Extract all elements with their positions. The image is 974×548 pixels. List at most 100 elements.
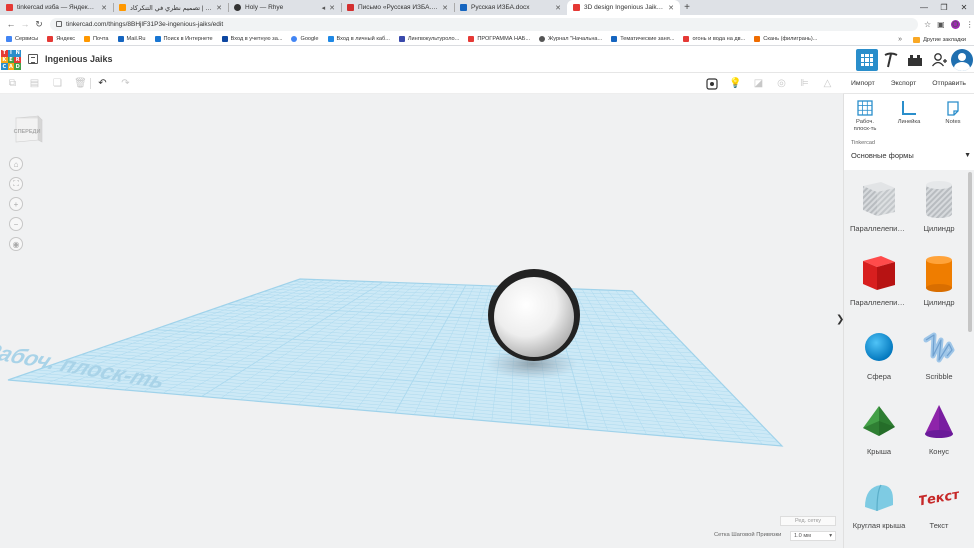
browser-tab[interactable]: تصميم نظري في التنكركاد | Inspire ✕ bbox=[113, 0, 228, 15]
group-icon[interactable]: ◎ bbox=[775, 77, 788, 90]
3d-view-button[interactable] bbox=[856, 49, 878, 71]
zoom-in-button[interactable]: + bbox=[9, 197, 23, 211]
copy-icon[interactable]: ⧉ bbox=[6, 77, 19, 90]
undo-icon[interactable]: ↶ bbox=[96, 77, 109, 90]
bookmark-item[interactable]: Google bbox=[291, 36, 319, 42]
menu-dots-icon[interactable]: ⋮ bbox=[966, 20, 974, 29]
browser-tab-active[interactable]: 3D design Ingenious Jaiks | Tink... ✕ bbox=[567, 0, 680, 15]
design-menu-icon[interactable] bbox=[28, 54, 38, 64]
audio-icon[interactable]: ◂ bbox=[322, 4, 326, 12]
panel-scrollbar[interactable] bbox=[968, 172, 972, 332]
close-icon[interactable]: ✕ bbox=[101, 4, 107, 12]
design-title[interactable]: Ingenious Jaiks bbox=[45, 54, 113, 64]
duplicate-icon[interactable]: ❏ bbox=[51, 77, 64, 90]
close-icon[interactable]: ✕ bbox=[329, 4, 335, 12]
bookmark-item[interactable]: Поиск в Интернете bbox=[154, 36, 213, 42]
shape-sphere[interactable]: Сфера bbox=[849, 326, 909, 396]
collapse-panel-icon[interactable]: ❯ bbox=[836, 314, 843, 325]
export-button[interactable]: Экспорт bbox=[891, 80, 917, 87]
new-tab-button[interactable]: + bbox=[680, 0, 694, 15]
redo-icon[interactable]: ↷ bbox=[119, 77, 132, 90]
shape-roof[interactable]: Крыша bbox=[849, 401, 909, 471]
bookmark-item[interactable]: огонь и вода на дв... bbox=[683, 36, 745, 42]
add-user-button[interactable] bbox=[928, 49, 950, 71]
shape-category-select[interactable]: Основные формы ▼ bbox=[851, 149, 971, 161]
maximize-icon[interactable]: ❐ bbox=[934, 0, 954, 15]
close-icon[interactable]: ✕ bbox=[442, 4, 448, 12]
snap-grid-select[interactable]: 1.0 мм ▾ bbox=[790, 531, 836, 541]
paste-icon[interactable]: ▤ bbox=[28, 77, 41, 90]
bookmarks-overflow[interactable]: » bbox=[898, 33, 902, 46]
fit-view-button[interactable]: ⛶ bbox=[9, 177, 23, 191]
light-bulb-icon[interactable]: 💡 bbox=[729, 77, 742, 90]
shape-cylinder[interactable]: Цилиндр bbox=[909, 252, 969, 322]
text-shape-glyphs: Текст bbox=[919, 487, 959, 509]
bookmark-item[interactable]: Тематические заня... bbox=[611, 36, 674, 42]
shape-label: Крыша bbox=[866, 447, 892, 456]
close-icon[interactable]: ✕ bbox=[668, 4, 674, 12]
back-icon[interactable]: ← bbox=[4, 17, 18, 31]
shape-round-roof[interactable]: Круглая крыша bbox=[849, 475, 909, 545]
3d-workspace[interactable]: Рабоч. плоск-ть СПЕРЕДИ ⌂ ⛶ + − ◉ Ред. с… bbox=[0, 94, 843, 548]
bookmark-item[interactable]: Лингвокультуроло... bbox=[398, 36, 459, 42]
user-avatar[interactable] bbox=[951, 49, 973, 71]
ruler-tool-label: Линейка bbox=[897, 119, 921, 125]
close-icon[interactable]: ✕ bbox=[555, 4, 561, 12]
browser-tab[interactable]: tinkercad изба — Яндекс: нашл... ✕ bbox=[0, 0, 113, 15]
sphere-object[interactable] bbox=[494, 277, 574, 357]
star-icon[interactable]: ☆ bbox=[924, 20, 931, 29]
tab-title: 3D design Ingenious Jaiks | Tink... bbox=[584, 4, 664, 11]
delete-icon[interactable]: 🗑 bbox=[74, 77, 87, 90]
shape-icon[interactable]: ◪ bbox=[752, 77, 765, 90]
bookmark-item[interactable]: Яндекс bbox=[47, 36, 75, 42]
shape-cone[interactable]: Конус bbox=[909, 401, 969, 471]
close-window-icon[interactable]: ✕ bbox=[954, 0, 974, 15]
workplane-canvas[interactable]: Рабоч. плоск-ть bbox=[0, 94, 843, 548]
zoom-out-button[interactable]: − bbox=[9, 217, 23, 231]
bookmark-item[interactable]: Сервисы bbox=[6, 36, 38, 42]
workplane-tool[interactable]: Рабоч. плоск-ть bbox=[845, 100, 885, 133]
tab-favicon bbox=[347, 4, 354, 11]
minimize-icon[interactable]: — bbox=[914, 0, 934, 15]
edit-grid-button[interactable]: Ред. сетку bbox=[780, 516, 836, 526]
url-bar[interactable]: tinkercad.com/things/8BHjlF31P3e-ingenio… bbox=[50, 17, 918, 31]
browser-tab[interactable]: Holy — Rhye ◂ ✕ bbox=[228, 0, 341, 15]
browser-tab[interactable]: Русская ИЗБА.docx ✕ bbox=[454, 0, 567, 15]
tinkercad-logo[interactable]: TIN KER CAD bbox=[1, 50, 21, 70]
bookmark-item[interactable]: ПРОГРАММА НАБ... bbox=[468, 36, 530, 42]
home-view-button[interactable]: ⌂ bbox=[9, 157, 23, 171]
shape-box-hole[interactable]: Параллелепипед bbox=[849, 178, 909, 248]
browser-tab[interactable]: Письмо «Русская ИЗБА.docx» - ... ✕ bbox=[341, 0, 454, 15]
bookmark-item[interactable]: Вход в учетную за... bbox=[221, 36, 282, 42]
close-icon[interactable]: ✕ bbox=[216, 4, 222, 12]
projection-button[interactable]: ◉ bbox=[9, 237, 23, 251]
extensions-icon[interactable]: ▣ bbox=[937, 20, 945, 29]
forward-icon[interactable]: → bbox=[18, 17, 32, 31]
bookmark-item[interactable]: Вход в личный каб... bbox=[327, 36, 390, 42]
view-cube[interactable]: СПЕРЕДИ bbox=[12, 114, 44, 144]
send-button[interactable]: Отправить bbox=[932, 80, 966, 87]
profile-avatar[interactable]: O bbox=[950, 19, 960, 29]
bricks-view-button[interactable] bbox=[904, 49, 926, 71]
tab-favicon bbox=[460, 4, 467, 11]
import-button[interactable]: Импорт bbox=[851, 80, 875, 87]
shape-scribble[interactable]: Scribble bbox=[909, 326, 969, 396]
bookmark-favicon bbox=[47, 36, 54, 42]
ruler-tool[interactable]: Линейка bbox=[889, 100, 929, 126]
notes-tool[interactable]: Notes bbox=[933, 100, 973, 126]
plus-icon: + bbox=[13, 199, 19, 209]
bookmark-item[interactable]: Почта bbox=[84, 36, 109, 42]
camera-view-icon[interactable] bbox=[705, 77, 718, 90]
blocks-view-button[interactable] bbox=[880, 49, 902, 71]
shape-cylinder-hole[interactable]: Цилиндр bbox=[909, 178, 969, 248]
other-bookmarks[interactable]: Другие закладки bbox=[913, 33, 966, 46]
bookmark-item[interactable]: Mail.Ru bbox=[117, 36, 146, 42]
align-icon[interactable]: ⊫ bbox=[798, 77, 811, 90]
reload-icon[interactable]: ↻ bbox=[32, 17, 46, 31]
scribble-icon bbox=[923, 332, 955, 363]
shape-box[interactable]: Параллелепипед bbox=[849, 252, 909, 322]
mirror-icon[interactable]: △ bbox=[821, 77, 834, 90]
bookmark-item[interactable]: Скань (филигрань)... bbox=[754, 36, 817, 42]
bookmark-item[interactable]: Журнал "Начальна... bbox=[539, 36, 602, 42]
shape-text[interactable]: Текст Текст bbox=[909, 475, 969, 545]
